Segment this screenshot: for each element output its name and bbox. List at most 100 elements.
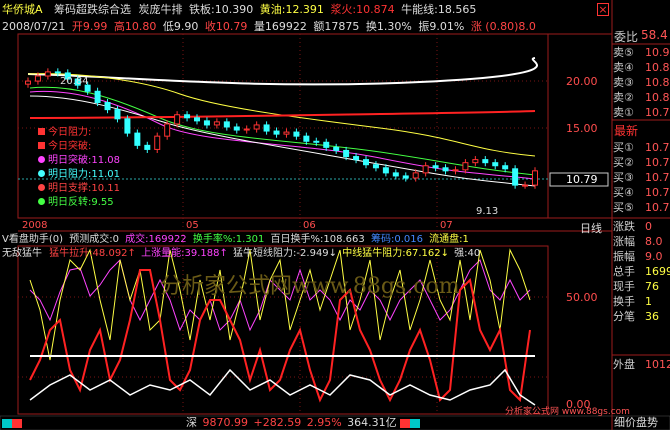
- bid-row-1: 买① 10.7: [613, 141, 670, 154]
- x-tick-label: 06: [303, 220, 316, 231]
- bull-energy-value: 牛能线:18.565: [401, 3, 477, 16]
- quote-open: 开9.99: [71, 20, 108, 33]
- high-annotation: 20.84: [60, 76, 89, 87]
- indicator-field: 猛牛短线阻力:-2.949↓: [233, 248, 338, 259]
- candle-body: [154, 135, 161, 150]
- quote-change: 涨 (0.80)8.0: [470, 20, 536, 33]
- candle-body: [382, 167, 389, 174]
- candle-body: [372, 164, 379, 169]
- index-name: 深: [186, 416, 197, 429]
- indicator-field: 上涨量能:39.188↑: [141, 248, 228, 259]
- stock-name[interactable]: 华侨城A: [2, 3, 43, 16]
- index-indicator-block: [410, 419, 420, 428]
- volume-strip: V看盘助手(0) 预测成交:0 成交:169922 换手率%:1.301 百日换…: [2, 234, 469, 246]
- candle-body: [213, 121, 220, 126]
- candle-body: [333, 146, 340, 151]
- candle-body: [512, 168, 519, 186]
- candle-body: [293, 131, 300, 137]
- legend-item: 明日阻力:11.01: [38, 169, 120, 183]
- bid-row-3: 买③ 10.7: [613, 171, 670, 184]
- index-change: +282.59: [253, 416, 302, 429]
- legend-item: 今日阻力:: [38, 127, 120, 141]
- index-pct: 2.95%: [306, 416, 342, 429]
- volume-field: 换手率%:1.301: [192, 234, 265, 245]
- stat-turnover: 换手 1: [613, 295, 652, 308]
- resistance-red-line: [29, 110, 536, 119]
- stat-pct: 涨幅 8.0: [613, 235, 663, 248]
- volume-field: 筹码:0.016: [370, 234, 423, 245]
- legend-dot-icon: [38, 156, 45, 163]
- low-annotation: 9.13: [476, 206, 499, 217]
- legend-list: 今日阻力: 今日突破: 明日突破:11.08 明日阻力:11.01 明日支撑:1…: [38, 127, 120, 211]
- stat-ticks: 分笔 36: [613, 310, 659, 323]
- legend-dot-icon: [38, 128, 45, 135]
- candle-body: [144, 144, 151, 150]
- legend-item: 明日突破:11.08: [38, 155, 120, 169]
- candle-body: [25, 80, 31, 85]
- candle-body: [283, 131, 290, 135]
- legend-dot-icon: [38, 198, 45, 205]
- candle-body: [253, 124, 260, 130]
- commission-ratio-label: 委比: [614, 30, 639, 44]
- bid-row-4: 买④ 10.7: [613, 186, 670, 199]
- close-chart-button[interactable]: ×: [597, 3, 609, 16]
- candle-body: [482, 159, 489, 164]
- candle-body: [44, 71, 51, 77]
- bid-row-5: 买⑤ 10.7: [613, 201, 670, 214]
- stat-amplitude: 振幅 9.0: [613, 250, 663, 263]
- index-value: 9870.99: [202, 416, 249, 429]
- quote-amount: 额17875: [313, 20, 360, 33]
- candle-body: [462, 162, 469, 171]
- candle-body: [54, 71, 61, 74]
- candle-body: [402, 175, 409, 179]
- candle-body: [174, 114, 181, 125]
- candle-body: [303, 135, 310, 142]
- day-line-label[interactable]: 日线: [580, 220, 602, 236]
- ma-white-line: [27, 57, 538, 86]
- index-ticker[interactable]: 深 9870.99 +282.59 2.95% 364.31亿: [186, 417, 397, 429]
- index-indicator-block: [12, 419, 22, 428]
- candle-body: [124, 118, 131, 134]
- candle-body: [472, 159, 479, 164]
- chart-canvas[interactable]: [0, 0, 670, 430]
- candle-body: [164, 123, 171, 137]
- indicator-title[interactable]: 无敌猛牛: [2, 248, 42, 259]
- formula-name[interactable]: 筹码超跌综合选: [54, 3, 131, 16]
- candle-body: [353, 156, 360, 161]
- candle-body: [184, 114, 191, 119]
- ask-row-2: 卖② 10.8: [613, 91, 670, 104]
- candle-body: [522, 184, 529, 187]
- candle-body: [363, 159, 369, 166]
- volume-field: 成交:169922: [125, 234, 187, 245]
- index-indicator-block: [400, 419, 410, 428]
- legend-dot-icon: [38, 184, 45, 191]
- candle-body: [104, 102, 111, 111]
- volume-strip-title[interactable]: V看盘助手(0): [2, 234, 63, 245]
- candle-body: [532, 170, 538, 186]
- candle-body: [134, 132, 141, 146]
- spice-fire-value: 浆火:10.874: [330, 3, 395, 16]
- candle-body: [243, 128, 250, 131]
- volume-field: 流通盘:1: [429, 234, 469, 245]
- candle-body: [412, 172, 419, 179]
- candle-body: [422, 165, 429, 174]
- index-indicator-block: [2, 419, 12, 428]
- candle-body: [442, 167, 449, 172]
- candle-body: [502, 165, 509, 170]
- iron-plate-value: 铁板:10.390: [189, 3, 254, 16]
- indicator-header: 无敌猛牛 猛牛拉升:48.092↑ 上涨量能:39.188↑ 猛牛短线阻力:-2…: [2, 248, 480, 260]
- volume-field: 百日换手%:108.663: [270, 234, 365, 245]
- indicator-y-tick: 50.00: [566, 291, 598, 304]
- volume-field: 预测成交:0: [69, 234, 119, 245]
- candle-body: [313, 140, 320, 143]
- y-tick-label: 20.00: [566, 75, 598, 88]
- watermark-small: 分析家公式网 www.88gs.com: [505, 407, 630, 417]
- ask-row-1: 卖① 10.7: [613, 106, 670, 119]
- index-amount: 364.31亿: [347, 416, 397, 429]
- quote-turnover: 换1.30%: [365, 20, 412, 33]
- candle-body: [203, 120, 210, 126]
- candle-body: [273, 130, 280, 135]
- stat-current-hands: 现手 76: [613, 280, 659, 293]
- quote-date: 2008/07/21: [2, 20, 66, 33]
- latest-label: 最新: [614, 124, 639, 138]
